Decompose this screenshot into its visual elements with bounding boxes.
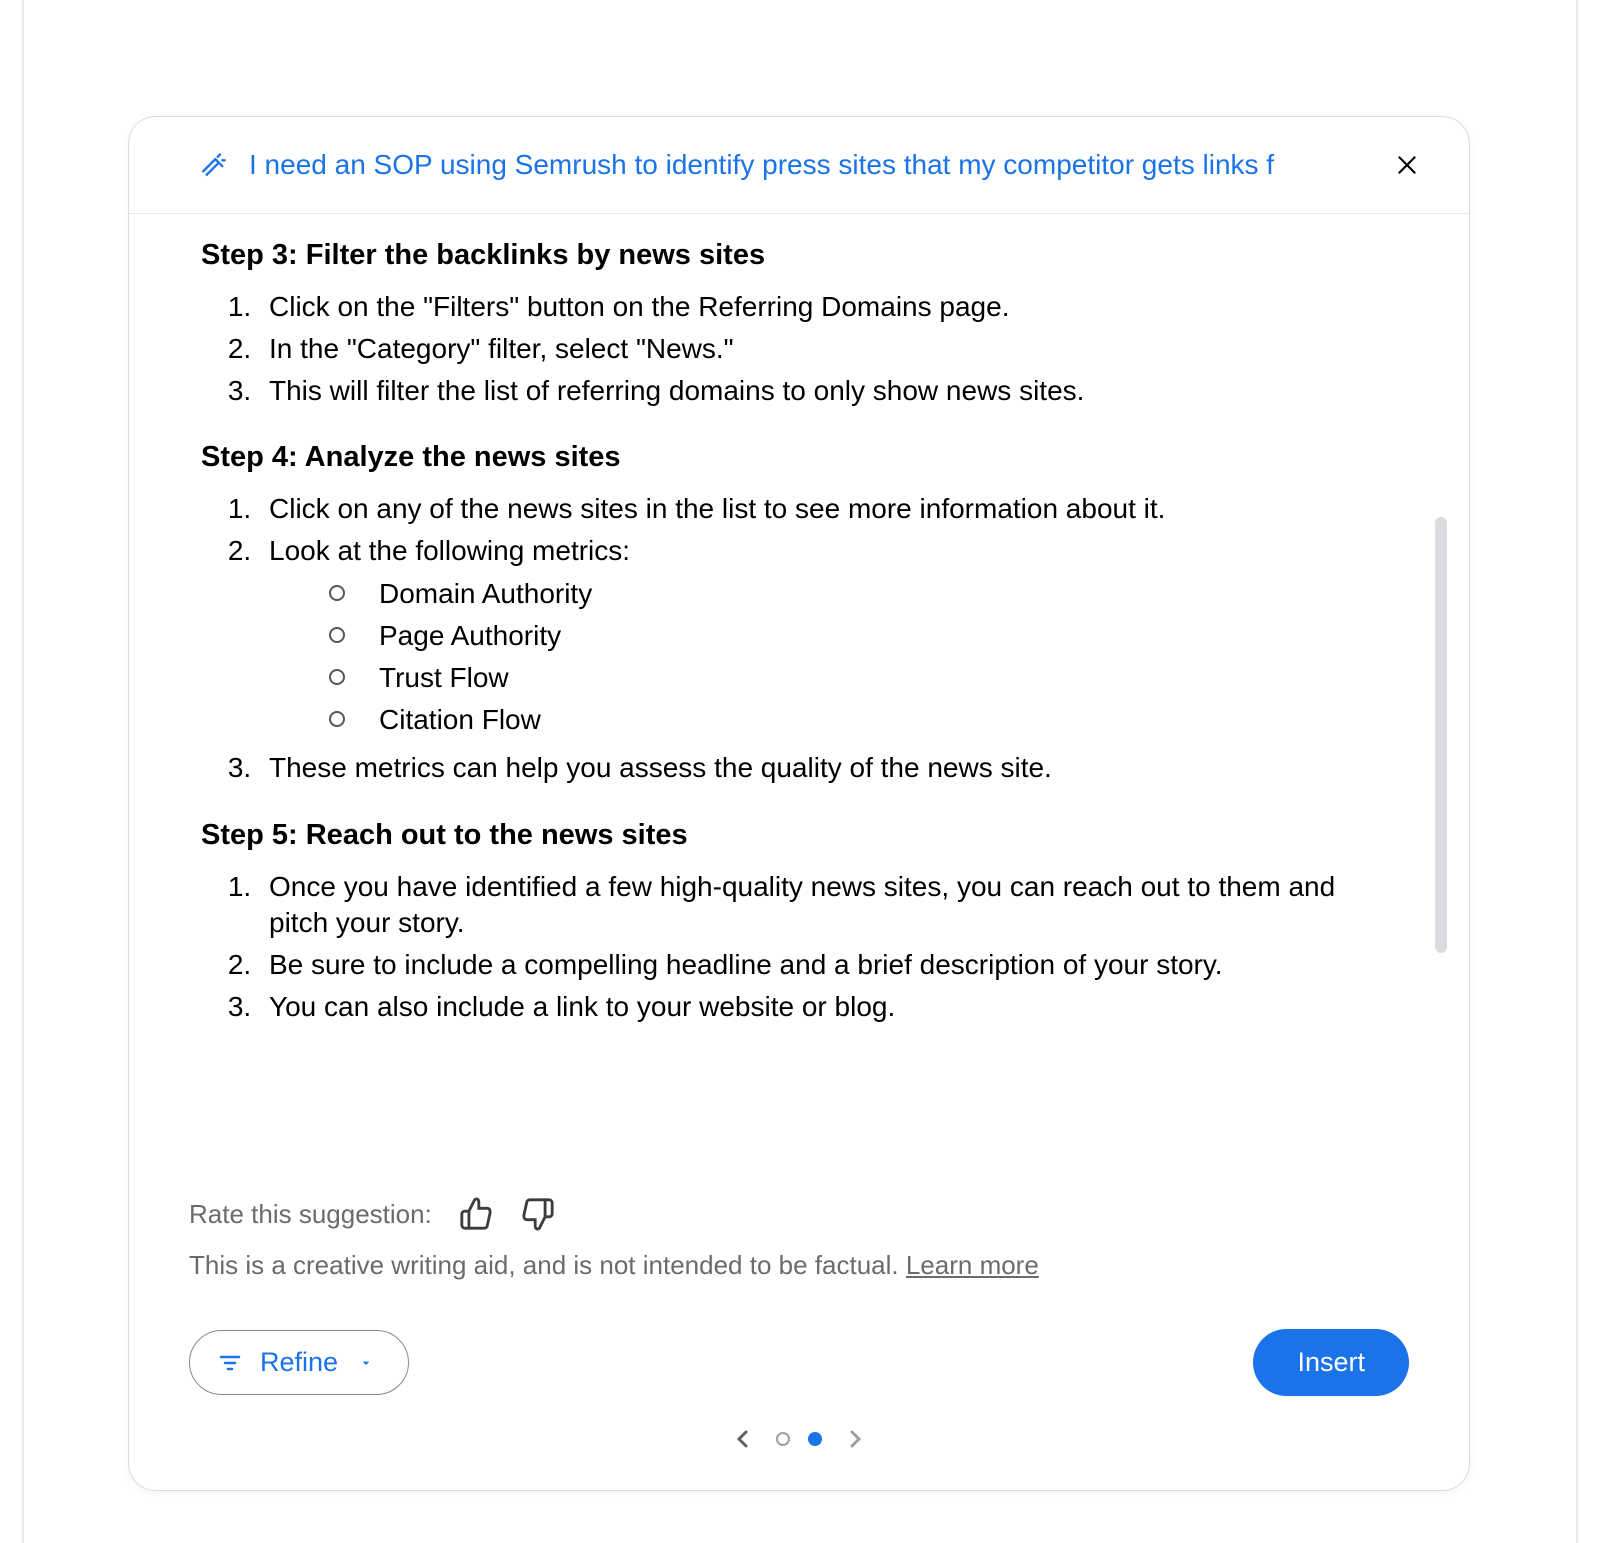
disclaimer-body: This is a creative writing aid, and is n… [189,1250,906,1280]
list-item: Domain Authority [329,573,1389,615]
list-item: In the "Category" filter, select "News." [259,328,1389,370]
pager-dot-1[interactable] [776,1432,790,1446]
thumbs-down-button[interactable] [520,1196,556,1232]
button-row: Refine Insert [189,1329,1409,1396]
list-item: Citation Flow [329,699,1389,741]
card-header: I need an SOP using Semrush to identify … [129,117,1469,214]
step4-heading: Step 4: Analyze the news sites [201,441,1409,474]
magic-pen-icon [199,151,227,179]
scrollbar-thumb[interactable] [1435,517,1447,953]
outer-right-border [1576,0,1578,1543]
list-item: Click on any of the news sites in the li… [259,488,1389,530]
step4-list: Click on any of the news sites in the li… [219,488,1409,789]
step3-list: Click on the "Filters" button on the Ref… [219,286,1409,411]
learn-more-link[interactable]: Learn more [906,1250,1039,1280]
chevron-down-icon [358,1355,374,1371]
prompt-text: I need an SOP using Semrush to identify … [249,149,1345,181]
thumbs-up-button[interactable] [458,1196,494,1232]
list-item: Be sure to include a compelling headline… [259,944,1389,986]
step3-heading: Step 3: Filter the backlinks by news sit… [201,239,1409,272]
pager-row [189,1424,1409,1454]
insert-button[interactable]: Insert [1253,1329,1409,1396]
filter-icon [218,1351,242,1375]
list-item: This will filter the list of referring d… [259,370,1389,412]
next-button[interactable] [840,1424,870,1454]
list-item: Look at the following metrics: Domain Au… [259,530,1389,747]
pager-dot-2[interactable] [808,1432,822,1446]
list-item: You can also include a link to your webs… [259,986,1389,1028]
list-item: These metrics can help you assess the qu… [259,747,1389,789]
list-item: Click on the "Filters" button on the Ref… [259,286,1389,328]
suggestion-card: I need an SOP using Semrush to identify … [128,116,1470,1491]
step5-heading: Step 5: Reach out to the news sites [201,819,1409,852]
list-item: Trust Flow [329,657,1389,699]
refine-button[interactable]: Refine [189,1330,409,1395]
content-area: Step 3: Filter the backlinks by news sit… [129,209,1469,1190]
rate-label: Rate this suggestion: [189,1199,432,1230]
step5-list: Once you have identified a few high-qual… [219,866,1409,1027]
refine-label: Refine [260,1347,338,1378]
card-footer: Rate this suggestion: This is a creative… [189,1196,1409,1454]
prev-button[interactable] [728,1424,758,1454]
list-item: Page Authority [329,615,1389,657]
outer-left-border [22,0,24,1543]
rate-row: Rate this suggestion: [189,1196,1409,1232]
metrics-list: Domain Authority Page Authority Trust Fl… [329,573,1389,740]
disclaimer-text: This is a creative writing aid, and is n… [189,1250,1409,1281]
close-button[interactable] [1385,143,1429,187]
list-item: Once you have identified a few high-qual… [259,866,1389,944]
list-item-text: Look at the following metrics: [269,535,630,566]
